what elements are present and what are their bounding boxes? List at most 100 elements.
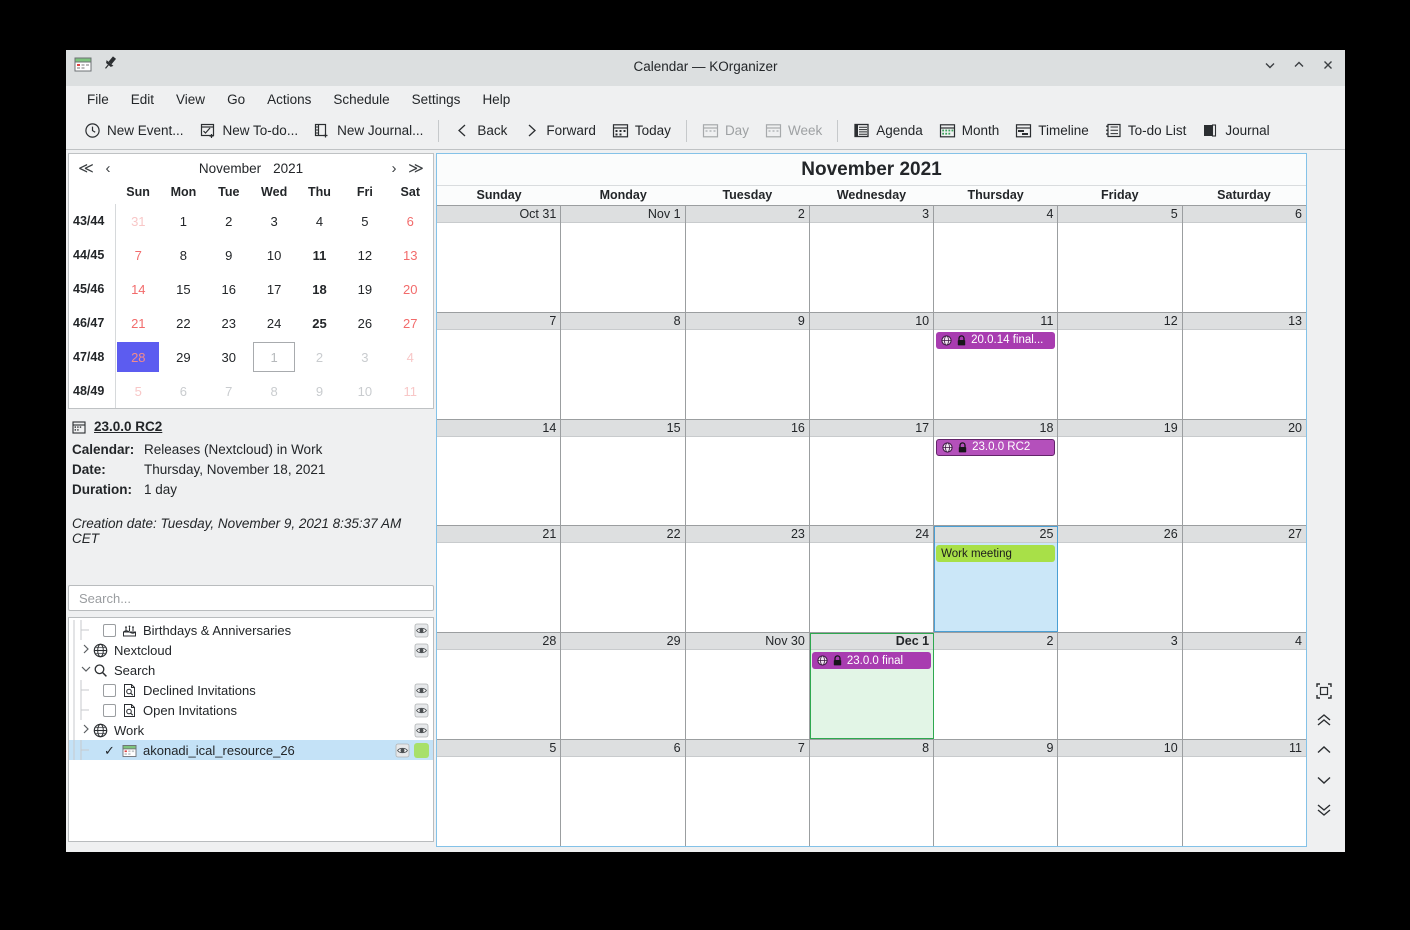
mini-calendar-day[interactable]: 22 [162,308,204,338]
tree-expander-expanded[interactable] [79,663,93,678]
month-day-cell[interactable]: Nov 1 [561,206,686,312]
mini-calendar-day-cell[interactable]: 19 [342,272,387,306]
fit-icon[interactable] [1316,683,1334,699]
menu-view[interactable]: View [165,89,216,110]
back-button[interactable]: Back [446,118,515,143]
visibility-eye-icon[interactable] [414,683,429,698]
double-chevron-up-icon[interactable] [1316,713,1334,727]
mini-calendar-day[interactable]: 23 [208,308,250,338]
month-view-button[interactable]: Month [931,118,1008,143]
mini-calendar-month[interactable]: November [193,161,267,176]
mini-calendar-day[interactable]: 8 [253,376,295,406]
mini-calendar-day[interactable]: 7 [117,240,159,270]
next-month-button[interactable]: › [383,160,405,177]
menu-schedule[interactable]: Schedule [322,89,400,110]
month-day-cell[interactable]: 15 [561,419,686,526]
month-day-cell[interactable]: 26 [1058,526,1183,633]
month-day-cell[interactable]: 13 [1182,312,1306,419]
mini-calendar-day-cell[interactable]: 15 [161,272,206,306]
day-view-button[interactable]: Day [694,118,757,143]
mini-calendar-day[interactable]: 5 [117,376,159,406]
mini-calendar-day[interactable]: 11 [298,240,340,270]
mini-calendar-day[interactable]: 6 [162,376,204,406]
month-day-cell[interactable]: 5 [437,740,562,846]
mini-calendar-day[interactable]: 25 [298,308,340,338]
collection-row[interactable]: Nextcloud [69,640,433,660]
mini-calendar-day[interactable]: 29 [162,342,204,372]
month-day-cell[interactable]: 19 [1058,419,1183,526]
month-day-cell[interactable]: 14 [437,419,562,526]
month-day-cell[interactable]: 2 [934,633,1059,740]
mini-calendar-day-cell[interactable]: 16 [206,272,251,306]
next-year-button[interactable]: ≫ [405,159,427,177]
visibility-eye-icon[interactable] [414,703,429,718]
mini-calendar-day[interactable]: 9 [298,376,340,406]
collection-row[interactable]: ✓ akonadi_ical_resource_26 [69,740,433,760]
mini-calendar-day-cell[interactable]: 26 [342,306,387,340]
mini-calendar-day-cell[interactable]: 22 [161,306,206,340]
mini-calendar-day-cell[interactable]: 9 [206,238,251,272]
month-day-cell[interactable]: 24 [809,526,935,633]
month-day-cell[interactable]: 10 [1058,740,1183,846]
month-day-cell[interactable]: Oct 31 [437,206,562,312]
tree-expander-collapsed[interactable] [79,643,93,658]
mini-calendar-day-cell[interactable]: 11 [388,374,433,408]
menu-settings[interactable]: Settings [401,89,472,110]
calendar-event[interactable]: Work meeting [936,545,1056,563]
menu-go[interactable]: Go [216,89,256,110]
week-view-button[interactable]: Week [757,118,830,143]
mini-calendar-day-cell[interactable]: 25 [297,306,342,340]
mini-calendar-day[interactable]: 21 [117,308,159,338]
month-day-cell[interactable]: 4 [1182,633,1306,740]
mini-calendar-day[interactable]: 26 [344,308,386,338]
month-day-cell[interactable]: 2 [685,206,810,312]
collection-row[interactable]: Birthdays & Anniversaries [69,620,433,640]
mini-calendar-day-cell[interactable]: 31 [115,204,160,238]
collection-checkbox[interactable] [103,623,116,637]
visibility-eye-icon[interactable] [414,723,429,738]
month-day-cell[interactable]: 17 [809,419,935,526]
calendar-collection-list[interactable]: Birthdays & Anniversaries Nextcloud Search… [68,617,434,842]
month-day-cell[interactable]: 27 [1182,526,1306,633]
mini-calendar-day-cell[interactable]: 7 [206,374,251,408]
mini-calendar-day[interactable]: 17 [253,274,295,304]
mini-calendar-day-cell[interactable]: 27 [388,306,433,340]
mini-calendar-day[interactable]: 1 [253,342,296,372]
collection-checkbox-checked[interactable]: ✓ [103,744,116,757]
mini-calendar-day-cell[interactable]: 10 [251,238,296,272]
mini-calendar-day[interactable]: 11 [389,376,431,406]
close-button[interactable] [1321,58,1335,72]
month-day-cell[interactable]: 22 [561,526,686,633]
mini-calendar-day[interactable]: 12 [344,240,386,270]
mini-calendar-day[interactable]: 19 [344,274,386,304]
month-day-cell[interactable]: 20 [1182,419,1306,526]
visibility-eye-icon[interactable] [395,743,410,758]
month-day-cell[interactable]: 29 [561,633,686,740]
month-day-cell[interactable]: 11 [1182,740,1306,846]
mini-calendar-year[interactable]: 2021 [267,161,309,176]
mini-calendar-day-cell[interactable]: 21 [115,306,160,340]
prev-month-button[interactable]: ‹ [97,160,119,177]
collection-checkbox[interactable] [103,683,116,697]
month-day-cell[interactable]: 5 [1058,206,1183,312]
mini-calendar-day-cell[interactable]: 13 [388,238,433,272]
mini-calendar-day-cell[interactable]: 11 [297,238,342,272]
mini-calendar-day-cell[interactable]: 29 [161,340,206,374]
prev-year-button[interactable]: ≪ [75,159,97,177]
mini-calendar-day[interactable]: 8 [162,240,204,270]
menu-actions[interactable]: Actions [256,89,322,110]
maximize-button[interactable] [1292,58,1306,72]
month-day-cell[interactable]: 23 [685,526,810,633]
mini-calendar-day[interactable]: 30 [208,342,250,372]
mini-calendar-day[interactable]: 20 [389,274,431,304]
mini-calendar-day-cell[interactable]: 4 [297,204,342,238]
mini-calendar-day-cell[interactable]: 6 [161,374,206,408]
mini-calendar-day[interactable]: 10 [344,376,386,406]
menu-file[interactable]: File [76,89,120,110]
calendar-event[interactable]: 23.0.0 RC2 [936,438,1056,456]
month-day-cell[interactable]: 3 [809,206,935,312]
mini-calendar-day-cell[interactable]: 9 [297,374,342,408]
new-journal-button[interactable]: New Journal... [306,118,431,143]
mini-calendar-day[interactable]: 28 [117,342,160,372]
chevron-up-icon[interactable] [1316,743,1334,757]
